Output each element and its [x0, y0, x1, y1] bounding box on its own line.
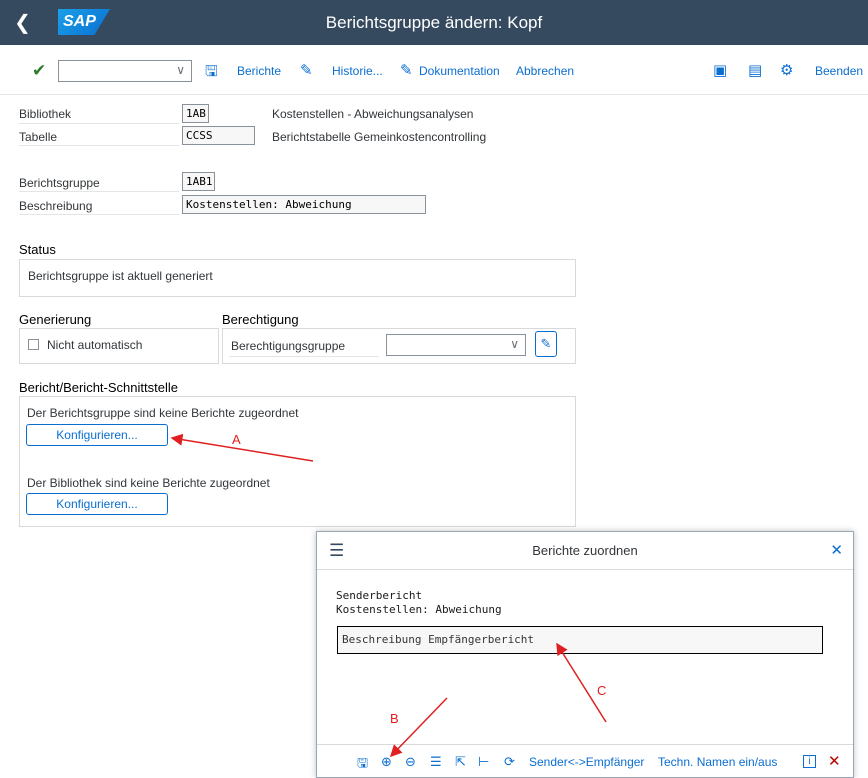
berechtigungsgruppe-label: Berechtigungsgruppe — [231, 339, 346, 353]
info-icon[interactable]: i — [803, 755, 816, 768]
chevron-down-icon[interactable]: ∨ — [510, 337, 519, 351]
berichtsgruppe-label: Berichtsgruppe — [19, 176, 100, 190]
page-title: Berichtsgruppe ändern: Kopf — [325, 13, 543, 32]
senderbericht-label: Senderbericht — [336, 589, 423, 602]
berechtigung-box: Berechtigungsgruppe ∨ ✎ — [222, 328, 576, 364]
konfigurieren-gruppe-button[interactable]: Konfigurieren... — [26, 424, 168, 446]
delete-icon[interactable]: ✕ — [828, 752, 841, 770]
gruppe-no-reports-text: Der Berichtsgruppe sind keine Berichte z… — [27, 406, 299, 420]
dialog-title: Berichte zuordnen — [532, 543, 638, 558]
bibliothek-no-reports-text: Der Bibliothek sind keine Berichte zugeo… — [27, 476, 270, 490]
save-icon[interactable]: 🖫 — [357, 754, 368, 776]
empfaengerbericht-description-field[interactable]: Beschreibung Empfängerbericht — [337, 626, 823, 654]
toolbar: ✔ ∨ 🖫 Berichte ✎ Historie... ✎ Dokumenta… — [0, 45, 868, 95]
nicht-automatisch-label: Nicht automatisch — [47, 338, 143, 352]
edit-doc-icon[interactable]: ✎ — [300, 61, 313, 79]
checkmark-icon[interactable]: ✔ — [32, 61, 46, 81]
senderbericht-value: Kostenstellen: Abweichung — [336, 603, 502, 616]
shell-header: ❮ SAP Berichtsgruppe ändern: Kopf — [0, 0, 868, 45]
generierung-box: Nicht automatisch — [19, 328, 219, 364]
refresh-icon[interactable]: ⟳ — [504, 754, 515, 770]
pointer-select-icon[interactable]: ⇱ — [455, 754, 466, 770]
add-circle-icon[interactable]: ⊕ — [381, 754, 392, 770]
konfigurieren-bibliothek-button[interactable]: Konfigurieren... — [26, 493, 168, 515]
status-box: Berichtsgruppe ist aktuell generiert — [19, 259, 576, 297]
edit-pencil-icon[interactable]: ✎ — [535, 331, 557, 357]
tabelle-field[interactable]: CCSS — [182, 126, 255, 145]
close-icon[interactable]: ✕ — [830, 541, 843, 559]
techn-namen-button[interactable]: Techn. Namen ein/aus — [658, 755, 777, 769]
dialog-footer-toolbar: 🖫 ⊕ ⊖ ☰ ⇱ ⊢ ⟳ Sender<->Empfänger Techn. … — [317, 744, 853, 777]
beschreibung-field[interactable]: Kostenstellen: Abweichung — [182, 195, 426, 214]
tabelle-label: Tabelle — [19, 130, 58, 144]
annotation-a: A — [232, 432, 241, 447]
berichte-button[interactable]: Berichte — [237, 64, 281, 78]
hierarchy-icon[interactable]: ⊢ — [478, 754, 489, 770]
row-divider — [229, 356, 379, 357]
save-icon[interactable]: 🖫 — [205, 61, 218, 86]
settings-icon[interactable]: ⚙ — [780, 61, 793, 79]
status-text: Berichtsgruppe ist aktuell generiert — [28, 269, 213, 283]
documentation-icon[interactable]: ✎ — [400, 61, 413, 79]
bibliothek-description: Kostenstellen - Abweichungsanalysen — [272, 107, 474, 121]
schnittstelle-box: Der Berichtsgruppe sind keine Berichte z… — [19, 396, 576, 527]
bibliothek-field[interactable]: 1AB — [182, 104, 209, 123]
annotation-c: C — [597, 683, 607, 698]
berichtsgruppe-field[interactable]: 1AB1 — [182, 172, 215, 191]
command-field[interactable]: ∨ — [58, 60, 192, 82]
sender-empfaenger-button[interactable]: Sender<->Empfänger — [529, 755, 644, 769]
nicht-automatisch-checkbox[interactable] — [28, 339, 39, 350]
status-title: Status — [19, 242, 56, 257]
dialog-header: ☰ Berichte zuordnen ✕ — [317, 532, 853, 570]
chevron-down-icon[interactable]: ∨ — [176, 63, 185, 77]
annotation-b: B — [390, 711, 399, 726]
list-icon[interactable]: ☰ — [430, 754, 442, 770]
beenden-button[interactable]: Beenden — [815, 64, 863, 78]
window-icon[interactable]: ▤ — [748, 61, 762, 79]
berechtigung-title: Berechtigung — [222, 312, 299, 327]
schnittstelle-title: Bericht/Bericht-Schnittstelle — [19, 380, 178, 395]
historie-button[interactable]: Historie... — [332, 64, 383, 78]
berechtigungsgruppe-select[interactable]: ∨ — [386, 334, 526, 356]
generierung-title: Generierung — [19, 312, 92, 327]
dokumentation-button[interactable]: Dokumentation — [419, 64, 500, 78]
bibliothek-label: Bibliothek — [19, 107, 72, 121]
new-window-icon[interactable]: ▣ — [713, 61, 727, 79]
berichte-zuordnen-dialog: ☰ Berichte zuordnen ✕ Senderbericht Kost… — [316, 531, 854, 778]
beschreibung-label: Beschreibung — [19, 199, 93, 213]
remove-circle-icon[interactable]: ⊖ — [405, 754, 416, 770]
abbrechen-button[interactable]: Abbrechen — [516, 64, 574, 78]
tabelle-description: Berichtstabelle Gemeinkostencontrolling — [272, 130, 487, 144]
